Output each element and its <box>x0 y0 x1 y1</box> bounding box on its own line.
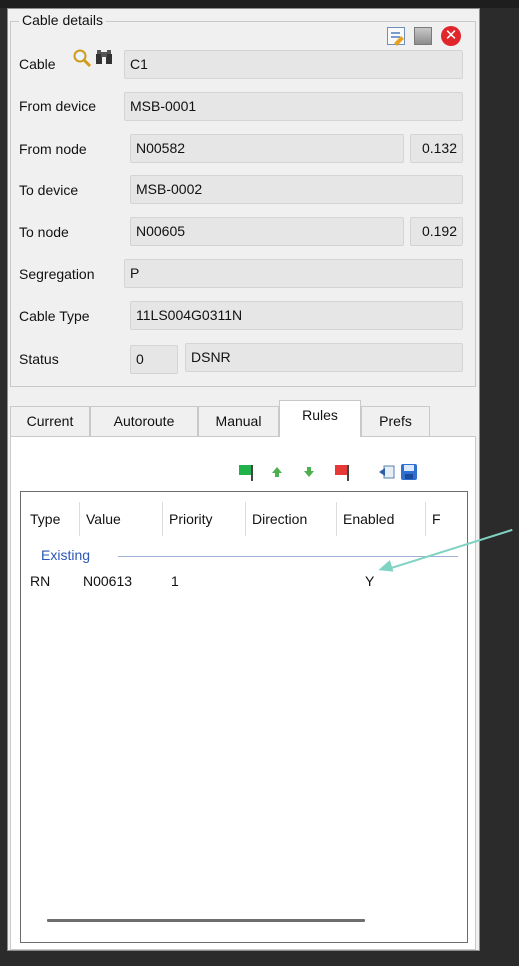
group-label-existing[interactable]: Existing <box>41 547 90 563</box>
stop-icon[interactable] <box>414 27 432 45</box>
tab-autoroute[interactable]: Autoroute <box>90 406 198 436</box>
segregation-row: Segregation P <box>11 259 477 290</box>
binoculars-icon[interactable] <box>95 49 113 65</box>
to-device-row: To device MSB-0002 <box>11 175 477 206</box>
add-flag-icon[interactable] <box>236 463 254 481</box>
group-divider <box>118 556 458 557</box>
segregation-field[interactable]: P <box>124 259 463 288</box>
from-node-row: From node N00582 0.132 <box>11 134 477 165</box>
tab-prefs[interactable]: Prefs <box>361 406 430 436</box>
to-node-distance[interactable]: 0.192 <box>410 217 463 246</box>
search-icon[interactable] <box>72 48 92 68</box>
cable-row: Cable C1 <box>11 48 477 81</box>
cell-value[interactable]: N00613 <box>83 573 132 589</box>
column-header-type[interactable]: Type <box>24 502 80 536</box>
save-icon[interactable] <box>400 463 418 481</box>
column-header-priority[interactable]: Priority <box>163 502 246 536</box>
status-code-field[interactable]: 0 <box>130 345 178 374</box>
background-area <box>480 8 519 966</box>
move-down-icon[interactable] <box>300 463 318 481</box>
segregation-label: Segregation <box>19 266 95 282</box>
from-node-distance[interactable]: 0.132 <box>410 134 463 163</box>
cable-type-label: Cable Type <box>19 308 90 324</box>
cell-type[interactable]: RN <box>30 573 50 589</box>
status-label: Status <box>19 351 59 367</box>
tab-manual[interactable]: Manual <box>198 406 279 436</box>
cable-details-group: Cable details ✕ Cable C1 From device MSB… <box>10 12 477 387</box>
column-header-value[interactable]: Value <box>80 502 163 536</box>
top-strip <box>0 0 519 8</box>
cable-type-row: Cable Type 11LS004G0311N <box>11 301 477 332</box>
edit-icon[interactable] <box>387 27 405 45</box>
to-device-label: To device <box>19 182 79 198</box>
tab-rules[interactable]: Rules <box>279 400 361 437</box>
cable-field[interactable]: C1 <box>124 50 463 79</box>
tab-bar: Current Autoroute Manual Rules Prefs <box>10 400 476 437</box>
cable-type-field[interactable]: 11LS004G0311N <box>130 301 463 330</box>
to-device-field[interactable]: MSB-0002 <box>130 175 463 204</box>
from-device-field[interactable]: MSB-0001 <box>124 92 463 121</box>
cell-priority[interactable]: 1 <box>171 573 179 589</box>
to-node-label: To node <box>19 224 69 240</box>
tab-current[interactable]: Current <box>10 406 90 436</box>
status-field[interactable]: DSNR <box>185 343 463 372</box>
close-icon[interactable]: ✕ <box>441 26 461 46</box>
from-device-row: From device MSB-0001 <box>11 92 477 123</box>
group-title: Cable details <box>19 12 106 28</box>
from-node-field[interactable]: N00582 <box>130 134 404 163</box>
cell-enabled[interactable]: Y <box>365 573 374 589</box>
rules-tab-content: Type Value Priority Direction Enabled F … <box>10 436 476 950</box>
status-row: Status 0 DSNR <box>11 343 477 374</box>
import-icon[interactable] <box>378 463 396 481</box>
column-header-f[interactable]: F <box>426 502 466 536</box>
delete-flag-icon[interactable] <box>332 463 350 481</box>
header-icons: ✕ <box>387 26 461 46</box>
cable-details-panel: Cable details ✕ Cable C1 From device MSB… <box>7 8 480 951</box>
cable-label: Cable <box>19 56 56 72</box>
from-device-label: From device <box>19 98 97 114</box>
to-node-row: To node N00605 0.192 <box>11 217 477 248</box>
horizontal-scrollbar[interactable] <box>47 919 365 922</box>
from-node-label: From node <box>19 141 87 157</box>
move-up-icon[interactable] <box>268 463 286 481</box>
column-header-enabled[interactable]: Enabled <box>337 502 426 536</box>
rules-list[interactable]: Type Value Priority Direction Enabled F … <box>20 491 468 943</box>
to-node-field[interactable]: N00605 <box>130 217 404 246</box>
column-header-direction[interactable]: Direction <box>246 502 337 536</box>
